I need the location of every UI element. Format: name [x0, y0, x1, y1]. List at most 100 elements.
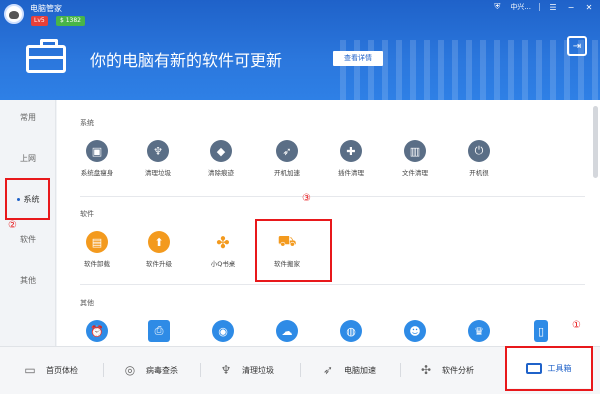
broom-icon: ♆ [147, 140, 169, 162]
disk-slim-icon: ▣ [86, 140, 108, 162]
tool-label: 清除痕迹 [208, 169, 234, 177]
rocket-icon: ➶ [276, 140, 298, 162]
tool-label: 软件升级 [146, 260, 172, 268]
sidebar-item-software[interactable]: 软件 [0, 234, 56, 245]
tool-label: 开机很 [469, 169, 489, 177]
eraser-icon: ◆ [210, 140, 232, 162]
tool-label: 小Q书桌 [210, 260, 236, 268]
ufo-icon: ◍ [340, 320, 362, 342]
user-support-icon: ☻ [404, 320, 426, 342]
scrollbar[interactable] [593, 106, 598, 178]
divider [539, 3, 540, 11]
tool-clean-junk[interactable]: ♆ 清理垃圾 [128, 140, 188, 177]
toolbox-icon [26, 39, 66, 73]
trash-file-icon: ▥ [404, 140, 426, 162]
view-details-button[interactable]: 查看详情 [333, 51, 383, 66]
tool-user-support[interactable]: ☻ [385, 320, 445, 342]
nav-software-analysis[interactable]: ✣ 软件分析 [416, 358, 474, 382]
nav-label: 首页体检 [46, 365, 78, 375]
tool-phone[interactable]: ▯ [511, 320, 571, 342]
puzzle-icon: ✚ [340, 140, 362, 162]
coin-badge[interactable]: $ 1382 [56, 16, 85, 26]
phone-icon: ▯ [534, 320, 548, 342]
divider [200, 363, 201, 377]
account-label[interactable]: 中兴... [510, 2, 531, 12]
annotation-box-toolbox [505, 346, 593, 391]
tool-label: 文件清理 [402, 169, 428, 177]
annotation-mark-1: ① [572, 320, 581, 331]
divider [400, 363, 401, 377]
divider [80, 284, 585, 285]
minimize-icon[interactable]: − [566, 2, 576, 12]
crown-icon: ♛ [468, 320, 490, 342]
tool-ufo[interactable]: ◍ [321, 320, 381, 342]
section-title-system: 系统 [80, 119, 94, 127]
tool-cloud[interactable]: ☁ [257, 320, 317, 342]
banner-message: 你的电脑有新的软件可更新 [90, 51, 283, 70]
tool-uninstall[interactable]: ▤ 软件卸载 [67, 231, 127, 268]
nav-label: 电脑加速 [344, 365, 376, 375]
tool-file-clean[interactable]: ▥ 文件清理 [385, 140, 445, 177]
rocket-icon: ➶ [322, 363, 334, 377]
sidebar-item-label: 软件 [20, 235, 36, 244]
fan-icon: ✣ [420, 363, 432, 377]
broom-icon: ♆ [220, 363, 232, 377]
divider [103, 363, 104, 377]
tool-clear-traces[interactable]: ◆ 清除痕迹 [191, 140, 251, 177]
nav-home-checkup[interactable]: ▭ 首页体检 [20, 358, 78, 382]
tool-mouse[interactable]: ◉ [193, 320, 253, 342]
cloud-icon: ☁ [276, 320, 298, 342]
app-title: 电脑管家 [30, 4, 62, 13]
tool-label: 插件清理 [338, 169, 364, 177]
sidebar-item-common[interactable]: 常用 [0, 112, 56, 123]
tool-label: 清理垃圾 [145, 169, 171, 177]
alarm-clock-icon: ⏰ [86, 320, 108, 342]
sidebar-item-internet[interactable]: 上网 [0, 153, 56, 164]
sidebar-item-label: 常用 [20, 113, 36, 122]
annotation-mark-3: ③ [302, 193, 311, 204]
section-title-software: 软件 [80, 210, 94, 218]
header: 电脑管家 Lv5 $ 1382 ⛨ 中兴... ☰ − ✕ 你的电脑有新的软件可… [0, 0, 600, 100]
clover-icon: ✤ [212, 231, 234, 253]
nav-label: 清理垃圾 [242, 365, 274, 375]
close-icon[interactable]: ✕ [584, 2, 594, 12]
menu-icon[interactable]: ☰ [548, 2, 558, 12]
level-badge[interactable]: Lv5 [31, 16, 48, 26]
sidebar-item-other[interactable]: 其他 [0, 275, 56, 286]
annotation-mark-2: ② [8, 220, 17, 231]
tool-boot-speedup[interactable]: ➶ 开机加速 [257, 140, 317, 177]
shield-icon[interactable]: ⛨ [492, 2, 502, 12]
virus-scan-icon: ◎ [124, 363, 136, 377]
sidebar-item-label: 其他 [20, 276, 36, 285]
annotation-box-software-move [255, 219, 332, 282]
nav-label: 软件分析 [442, 365, 474, 375]
section-title-other: 其他 [80, 299, 94, 307]
tool-boot[interactable]: ⏻ 开机很 [449, 140, 509, 177]
divider [300, 363, 301, 377]
tool-alarm[interactable]: ⏰ [67, 320, 127, 342]
nav-virus-scan[interactable]: ◎ 病毒查杀 [120, 358, 178, 382]
header-background-decoration [340, 40, 600, 100]
sidebar-item-label: 上网 [20, 154, 36, 163]
printer-icon: ⎙ [148, 320, 170, 342]
tool-disk-slim[interactable]: ▣ 系统盘瘦身 [67, 140, 127, 177]
tool-label: 开机加速 [274, 169, 300, 177]
exit-icon[interactable]: ⇥ [567, 36, 587, 56]
tool-q-desk[interactable]: ✤ 小Q书桌 [193, 231, 253, 268]
nav-label: 病毒查杀 [146, 365, 178, 375]
upgrade-icon: ⬆ [148, 231, 170, 253]
tool-crown[interactable]: ♛ [449, 320, 509, 342]
nav-clean-junk[interactable]: ♆ 清理垃圾 [216, 358, 274, 382]
annotation-box-system [5, 178, 50, 220]
tool-upgrade[interactable]: ⬆ 软件升级 [129, 231, 189, 268]
nav-pc-speedup[interactable]: ➶ 电脑加速 [318, 358, 376, 382]
tool-label: 系统盘瘦身 [80, 169, 114, 177]
tool-plugin-clean[interactable]: ✚ 插件清理 [321, 140, 381, 177]
monitor-check-icon: ▭ [24, 363, 36, 377]
tool-label: 软件卸载 [84, 260, 110, 268]
avatar[interactable] [4, 4, 24, 24]
window-controls: ⛨ 中兴... ☰ − ✕ [492, 0, 600, 14]
divider [80, 196, 585, 197]
tool-printer[interactable]: ⎙ [129, 320, 189, 342]
mouse-icon: ◉ [212, 320, 234, 342]
